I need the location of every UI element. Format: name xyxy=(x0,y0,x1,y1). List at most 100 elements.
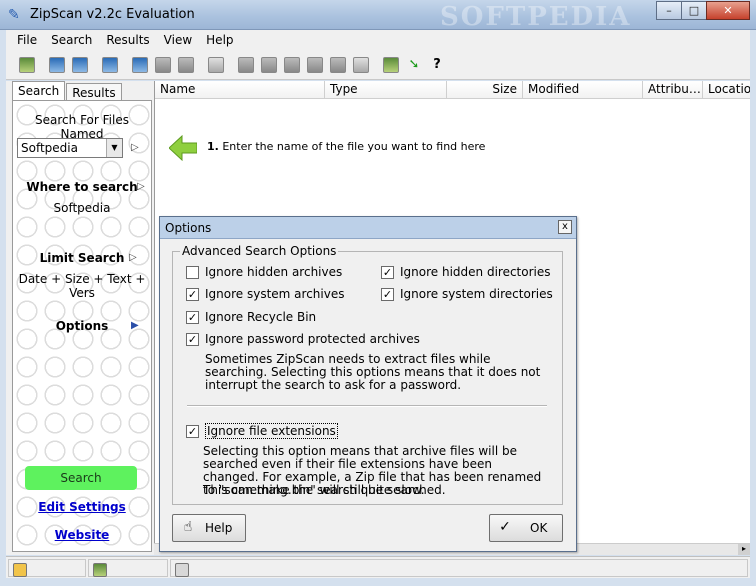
extensions-warning: This can make the search quite slow. xyxy=(203,483,425,497)
checkbox-label: Ignore file extensions xyxy=(205,423,338,439)
ignore-recycle-bin-checkbox[interactable]: ✓ Ignore Recycle Bin xyxy=(186,310,316,324)
where-value: Softpedia xyxy=(53,201,111,215)
ok-button[interactable]: ✓ OK xyxy=(489,514,563,542)
checkbox-label: Ignore hidden directories xyxy=(400,265,551,279)
search-files-label: Search For Files Named xyxy=(35,113,129,141)
column-attributes[interactable]: Attribu… xyxy=(643,81,703,99)
hint-message: 1. Enter the name of the file you want t… xyxy=(207,140,485,153)
ignore-system-archives-checkbox[interactable]: ✓ Ignore system archives xyxy=(186,287,344,301)
search-name-combo[interactable]: Softpedia ▼ xyxy=(17,138,123,158)
hint-step: 1. xyxy=(207,140,219,153)
checkbox-box[interactable]: ✓ xyxy=(186,424,199,438)
tab-search[interactable]: Search xyxy=(12,81,66,101)
status-cell xyxy=(8,559,86,577)
help-icon[interactable]: ? xyxy=(426,54,448,76)
archive-icon xyxy=(93,563,107,577)
checkbox-box[interactable]: ✓ xyxy=(381,287,394,301)
watermark: SOFTPEDIA xyxy=(440,2,632,32)
arrow-right-icon: ▷ xyxy=(131,142,139,153)
save-search-icon[interactable] xyxy=(69,54,91,76)
status-bar xyxy=(6,556,750,578)
arrow-right-icon: ▷ xyxy=(137,181,145,192)
search-button[interactable]: Search xyxy=(25,466,137,490)
website-link[interactable]: Website xyxy=(13,528,151,542)
log-icon xyxy=(175,563,189,577)
toolbar-separator xyxy=(39,54,45,76)
checkbox-label: Ignore system directories xyxy=(400,287,553,301)
open-search-icon[interactable] xyxy=(46,54,68,76)
menu-results[interactable]: Results xyxy=(99,33,156,47)
toolbar: ➘ ? xyxy=(6,50,750,80)
ignore-hidden-directories-checkbox[interactable]: ✓ Ignore hidden directories xyxy=(381,265,551,279)
app-icon: ✎ xyxy=(8,7,20,23)
dialog-close-button[interactable]: x xyxy=(558,220,572,234)
arrow-right-icon: ▷ xyxy=(129,252,137,263)
view-2-icon[interactable] xyxy=(258,54,280,76)
checkbox-label: Ignore hidden archives xyxy=(205,265,343,279)
toolbar-separator xyxy=(122,54,128,76)
register-icon[interactable] xyxy=(380,54,402,76)
help-button[interactable]: ☝ Help xyxy=(172,514,246,542)
checkbox-box[interactable]: ✓ xyxy=(186,287,199,301)
view-1-icon[interactable] xyxy=(235,54,257,76)
help-icon: ☝ xyxy=(183,519,193,535)
options-dialog: Options x Advanced Search Options Ignore… xyxy=(159,216,577,552)
checkbox-label: Ignore password protected archives xyxy=(205,332,420,346)
folder-icon xyxy=(13,563,27,577)
maximize-button[interactable]: □ xyxy=(681,1,707,20)
arrow-left-icon xyxy=(169,135,197,161)
column-modified[interactable]: Modified xyxy=(523,81,643,99)
checkbox-box[interactable] xyxy=(186,265,199,279)
ignore-hidden-archives-checkbox[interactable]: Ignore hidden archives xyxy=(186,265,342,279)
settings-gear-icon[interactable] xyxy=(350,54,372,76)
view-3-icon[interactable] xyxy=(281,54,303,76)
ignore-system-directories-checkbox[interactable]: ✓ Ignore system directories xyxy=(381,287,553,301)
dialog-title: Options xyxy=(165,221,212,235)
ignore-file-extensions-checkbox[interactable]: ✓ Ignore file extensions xyxy=(186,423,338,439)
column-location[interactable]: Location xyxy=(703,81,750,99)
toolbar-separator xyxy=(228,54,234,76)
password-description: Sometimes ZipScan needs to extract files… xyxy=(205,352,541,392)
toolbar-separator xyxy=(92,54,98,76)
view-4-icon[interactable] xyxy=(304,54,326,76)
checkbox-box[interactable]: ✓ xyxy=(186,310,199,324)
scroll-right-icon[interactable]: ▸ xyxy=(738,544,750,555)
column-size[interactable]: Size xyxy=(447,81,523,99)
ignore-password-archives-checkbox[interactable]: ✓ Ignore password protected archives xyxy=(186,332,420,346)
help-button-label: Help xyxy=(205,521,233,535)
ok-button-label: OK xyxy=(530,521,548,535)
view-5-icon[interactable] xyxy=(327,54,349,76)
run-search-icon[interactable] xyxy=(99,54,121,76)
group-title: Advanced Search Options xyxy=(180,244,339,258)
checkbox-box[interactable]: ✓ xyxy=(186,332,199,346)
where-to-search-label[interactable]: Where to search xyxy=(13,180,151,194)
menu-view[interactable]: View xyxy=(157,33,199,47)
copy-icon[interactable] xyxy=(205,54,227,76)
checkbox-box[interactable]: ✓ xyxy=(381,265,394,279)
title-bar: ✎ ZipScan v2.2c Evaluation SOFTPEDIA – □… xyxy=(0,0,756,32)
toolbar-separator xyxy=(198,54,204,76)
checkbox-label: Ignore system archives xyxy=(205,287,345,301)
tab-results[interactable]: Results xyxy=(66,83,122,100)
chevron-down-icon[interactable]: ▼ xyxy=(106,139,122,157)
dialog-title-bar: Options x xyxy=(160,217,576,239)
toolbar-separator xyxy=(373,54,379,76)
go-arrow-icon[interactable]: ➘ xyxy=(403,54,425,76)
menu-bar: File Search Results View Help xyxy=(6,30,750,50)
limit-value: Date + Size + Text + Vers xyxy=(18,272,146,300)
hint-text: Enter the name of the file you want to f… xyxy=(222,140,486,153)
edit-settings-link[interactable]: Edit Settings xyxy=(13,500,151,514)
extract-all-icon[interactable] xyxy=(175,54,197,76)
search-panel: Search For Files Named Softpedia ▼ ▷ Whe… xyxy=(12,100,152,552)
column-type[interactable]: Type xyxy=(325,81,447,99)
column-name[interactable]: Name xyxy=(155,81,325,99)
new-search-icon[interactable] xyxy=(16,54,38,76)
menu-file[interactable]: File xyxy=(10,33,44,47)
close-button[interactable]: ✕ xyxy=(706,1,750,20)
checkmark-icon: ✓ xyxy=(499,519,511,535)
menu-help[interactable]: Help xyxy=(199,33,240,47)
menu-search[interactable]: Search xyxy=(44,33,99,47)
minimize-button[interactable]: – xyxy=(656,1,682,20)
extract-icon[interactable] xyxy=(129,54,151,76)
extract-to-icon[interactable] xyxy=(152,54,174,76)
